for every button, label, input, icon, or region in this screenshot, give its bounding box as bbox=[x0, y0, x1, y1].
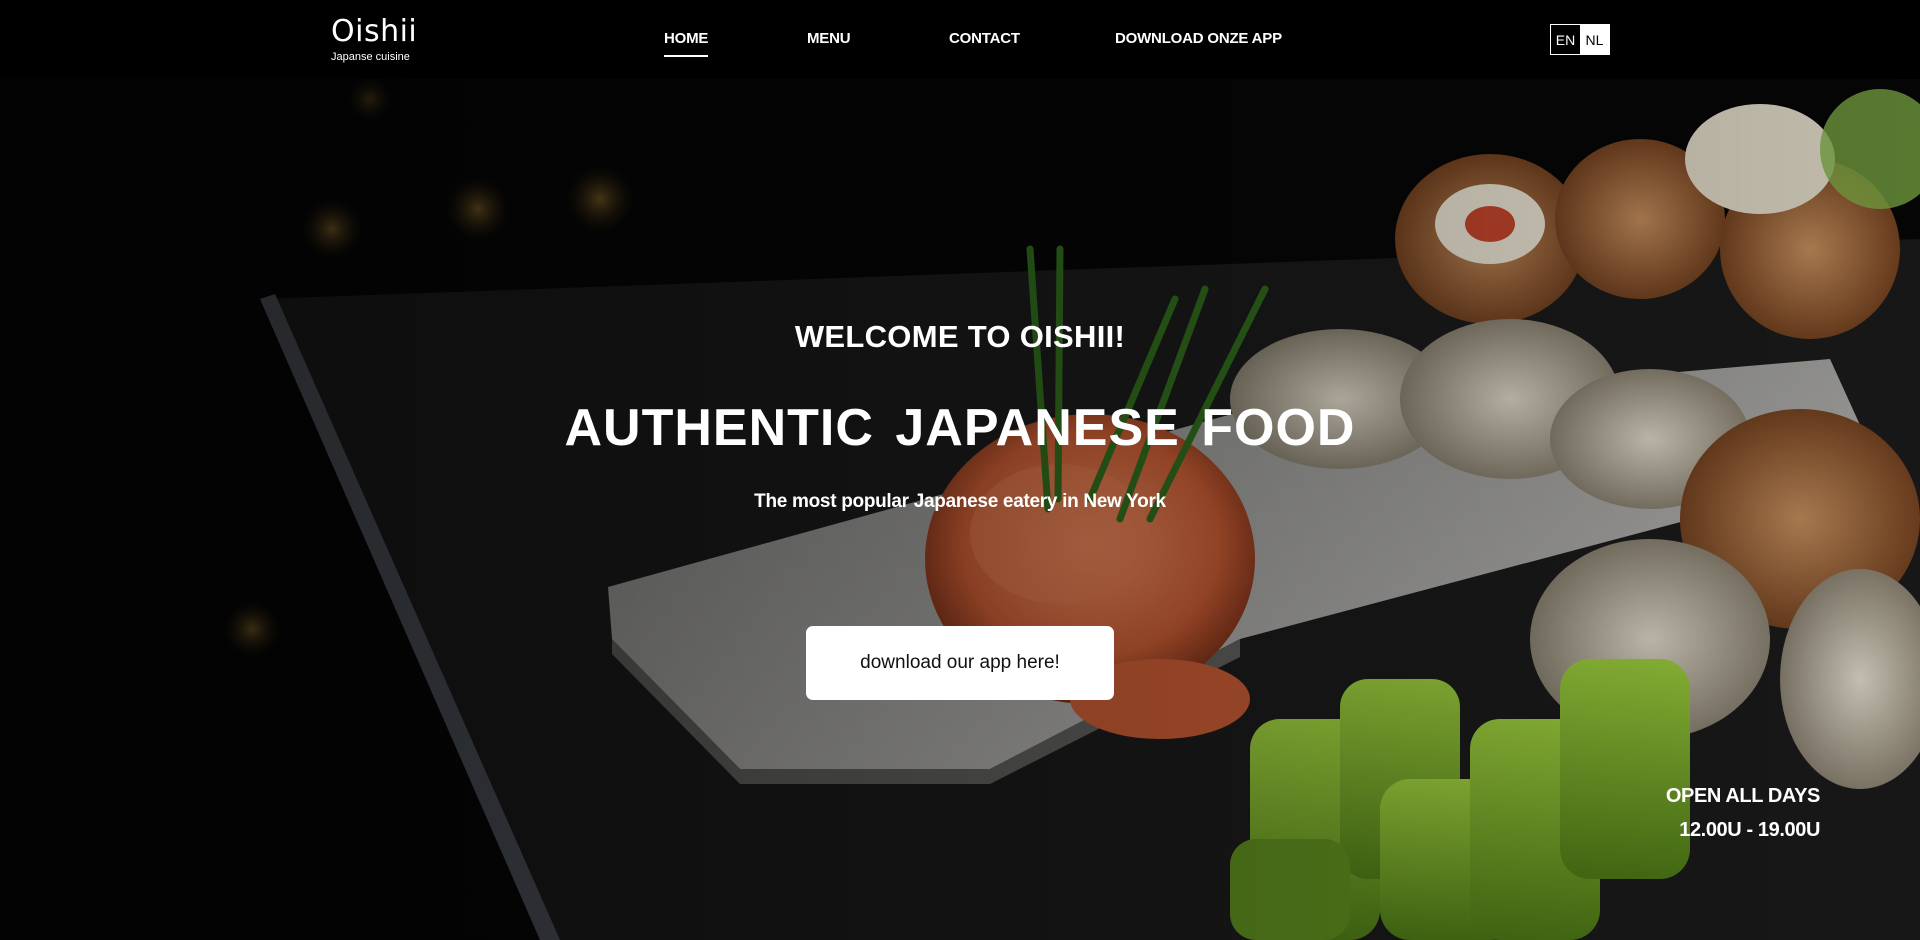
brand-name: Oishii bbox=[331, 14, 418, 49]
opening-hours-time: 12.00U - 19.00U bbox=[1679, 819, 1820, 841]
nav-contact[interactable]: CONTACT bbox=[949, 30, 1020, 57]
opening-hours: OPEN ALL DAYS 12.00U - 19.00U bbox=[1640, 779, 1821, 847]
language-nl-button[interactable]: NL bbox=[1580, 25, 1609, 54]
language-switcher: EN NL bbox=[1550, 24, 1610, 55]
hero-subline: The most popular Japanese eatery in New … bbox=[754, 491, 1166, 512]
nav-menu[interactable]: MENU bbox=[807, 30, 851, 57]
nav-home[interactable]: HOME bbox=[664, 30, 709, 57]
site-header: Oishii Japanse cuisine HOME MENU CONTACT… bbox=[0, 0, 1920, 79]
hero-section: WELCOME TO OISHII! AUTHENTIC JAPANESE FO… bbox=[0, 79, 1920, 940]
hero-welcome-text: WELCOME TO OISHII! bbox=[794, 319, 1126, 354]
language-en-button[interactable]: EN bbox=[1551, 25, 1580, 54]
brand-logo[interactable]: Oishii Japanse cuisine bbox=[331, 16, 417, 64]
opening-hours-title: OPEN ALL DAYS bbox=[1665, 785, 1821, 807]
nav-download-app[interactable]: DOWNLOAD ONZE APP bbox=[1115, 30, 1282, 57]
hero-headline: AUTHENTIC JAPANESE FOOD bbox=[564, 399, 1356, 457]
download-app-button[interactable]: download our app here! bbox=[806, 626, 1114, 700]
brand-tagline: Japanse cuisine bbox=[331, 51, 410, 63]
